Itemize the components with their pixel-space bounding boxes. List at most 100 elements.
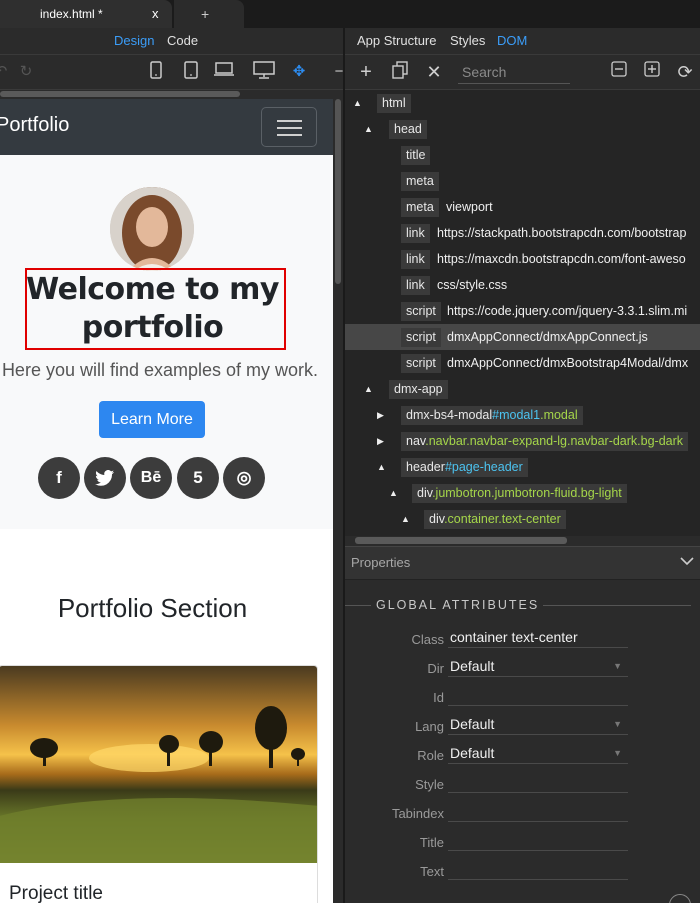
prop-label: Role (417, 748, 444, 763)
node-value: https://stackpath.bootstrapcdn.com/boots… (437, 226, 687, 240)
tree-node[interactable]: script dmxAppConnect/dmxBootstrap4Modal/… (345, 350, 700, 376)
vertical-scrollbar[interactable] (333, 99, 343, 903)
search-input[interactable]: Search (458, 60, 570, 84)
tab-close-icon[interactable]: x (152, 0, 159, 28)
collapse-arrow-icon[interactable]: ▲ (377, 454, 386, 480)
properties-header[interactable]: Properties (345, 546, 700, 580)
collapse-arrow-icon[interactable]: ▲ (389, 480, 398, 506)
mobile-view-icon[interactable] (145, 61, 167, 83)
node-tag: html (377, 94, 411, 113)
expand-arrow-icon[interactable]: ▶ (377, 402, 384, 428)
design-view-tab[interactable]: Design (114, 28, 154, 53)
tree-node[interactable]: title (345, 142, 700, 168)
tree-node[interactable]: ▲ div.jumbotron.jumbotron-fluid.bg-light (345, 480, 700, 506)
text-field[interactable] (448, 858, 628, 880)
tree-node[interactable]: link css/style.css (345, 272, 700, 298)
view-switch: Design Code (0, 28, 343, 53)
dom-toolbar: + ✕ Search ⟳ (345, 54, 700, 90)
tab-app-structure[interactable]: App Structure (357, 28, 437, 53)
copy-icon[interactable] (389, 61, 411, 83)
node-value: dmxAppConnect/dmxBootstrap4Modal/dmx (447, 356, 689, 370)
node-tag: title (401, 146, 431, 165)
node-value: css/style.css (437, 278, 508, 292)
navbar-brand[interactable]: Portfolio (0, 114, 69, 137)
document-tab-bar: index.html * x + (0, 0, 700, 28)
project-card[interactable]: Project title (0, 665, 318, 903)
lang-select[interactable]: Default ▼ (448, 713, 628, 735)
refresh-icon[interactable]: ⟳ (674, 61, 696, 83)
expand-all-icon[interactable] (641, 61, 663, 83)
chevron-down-icon[interactable] (680, 553, 694, 569)
html5-icon[interactable]: 5 (177, 457, 219, 499)
prop-row-class: Class container text-center (345, 626, 700, 655)
prop-label: Dir (427, 661, 444, 676)
laptop-view-icon[interactable] (213, 61, 235, 83)
tree-node[interactable]: ▲ header#page-header (345, 454, 700, 480)
collapse-arrow-icon[interactable]: ▲ (401, 506, 410, 532)
node-tag: meta (401, 198, 439, 217)
undo-icon[interactable]: ↶ (0, 61, 12, 83)
horizontal-scrollbar[interactable] (0, 90, 343, 98)
tree-node[interactable]: ▲ html (345, 90, 700, 116)
node-value: https://maxcdn.bootstrapcdn.com/font-awe… (437, 252, 686, 266)
collapse-arrow-icon[interactable]: ▲ (364, 376, 373, 402)
tabindex-field[interactable] (448, 800, 628, 822)
tree-horizontal-scrollbar[interactable] (345, 536, 700, 545)
tree-node[interactable]: ▲ head (345, 116, 700, 142)
add-icon[interactable]: + (355, 61, 377, 83)
delete-icon[interactable]: ✕ (423, 61, 445, 83)
tree-node[interactable]: ▶ nav.navbar.navbar-expand-lg.navbar-dar… (345, 428, 700, 454)
design-toolbar: ↶ ↻ ✥ − (0, 54, 343, 90)
divider (345, 605, 371, 606)
role-select[interactable]: Default ▼ (448, 742, 628, 764)
tree-node[interactable]: ▲ div.container.text-center (345, 506, 700, 532)
tablet-view-icon[interactable] (180, 61, 202, 83)
expand-arrow-icon[interactable]: ▶ (377, 428, 384, 454)
learn-more-button[interactable]: Learn More (99, 401, 205, 438)
project-image (0, 666, 317, 863)
prop-row-id: Id (345, 684, 700, 713)
prop-row-dir: Dir Default ▼ (345, 655, 700, 684)
tab-dom[interactable]: DOM (497, 28, 527, 53)
code-view-tab[interactable]: Code (167, 28, 198, 53)
node-tag: head (389, 120, 427, 139)
title-field[interactable] (448, 829, 628, 851)
move-icon[interactable]: ✥ (288, 61, 310, 83)
tab-label: index.html * (40, 7, 103, 21)
style-field[interactable] (448, 771, 628, 793)
node-value: https://code.jquery.com/jquery-3.3.1.sli… (447, 304, 688, 318)
tree-node-selected[interactable]: script dmxAppConnect/dmxAppConnect.js (345, 324, 700, 350)
collapse-arrow-icon[interactable]: ▲ (364, 116, 373, 142)
id-field[interactable] (448, 684, 628, 706)
collapse-all-icon[interactable] (608, 61, 630, 83)
tree-node[interactable]: meta (345, 168, 700, 194)
navbar-toggler-button[interactable] (261, 107, 317, 147)
class-field[interactable]: container text-center (448, 626, 628, 648)
tab-index-html[interactable]: index.html * x (0, 0, 172, 28)
help-icon[interactable] (669, 894, 691, 903)
behance-icon[interactable]: Bē (130, 457, 172, 499)
prop-label: Text (420, 864, 444, 879)
desktop-view-icon[interactable] (253, 61, 275, 83)
redo-icon[interactable]: ↻ (15, 61, 37, 83)
tree-node[interactable]: link https://stackpath.bootstrapcdn.com/… (345, 220, 700, 246)
tree-node[interactable]: link https://maxcdn.bootstrapcdn.com/fon… (345, 246, 700, 272)
prop-row-text: Text (345, 858, 700, 887)
profile-avatar (110, 187, 194, 271)
dir-select[interactable]: Default ▼ (448, 655, 628, 677)
facebook-icon[interactable]: f (38, 457, 80, 499)
prop-row-lang: Lang Default ▼ (345, 713, 700, 742)
dribbble-icon[interactable]: ◎ (223, 457, 265, 499)
tab-styles[interactable]: Styles (450, 28, 485, 53)
tree-node[interactable]: ▲ dmx-app (345, 376, 700, 402)
twitter-icon[interactable] (84, 457, 126, 499)
collapse-arrow-icon[interactable]: ▲ (353, 90, 362, 116)
dropdown-arrow-icon: ▼ (613, 661, 622, 671)
global-attributes-heading: GLOBAL ATTRIBUTES (376, 598, 540, 612)
tree-node[interactable]: ▶ dmx-bs4-modal#modal1.modal (345, 402, 700, 428)
node-tag: script (401, 328, 441, 347)
prop-label: Title (419, 835, 444, 850)
new-tab-button[interactable]: + (174, 0, 244, 28)
tree-node[interactable]: meta viewport (345, 194, 700, 220)
tree-node[interactable]: script https://code.jquery.com/jquery-3.… (345, 298, 700, 324)
